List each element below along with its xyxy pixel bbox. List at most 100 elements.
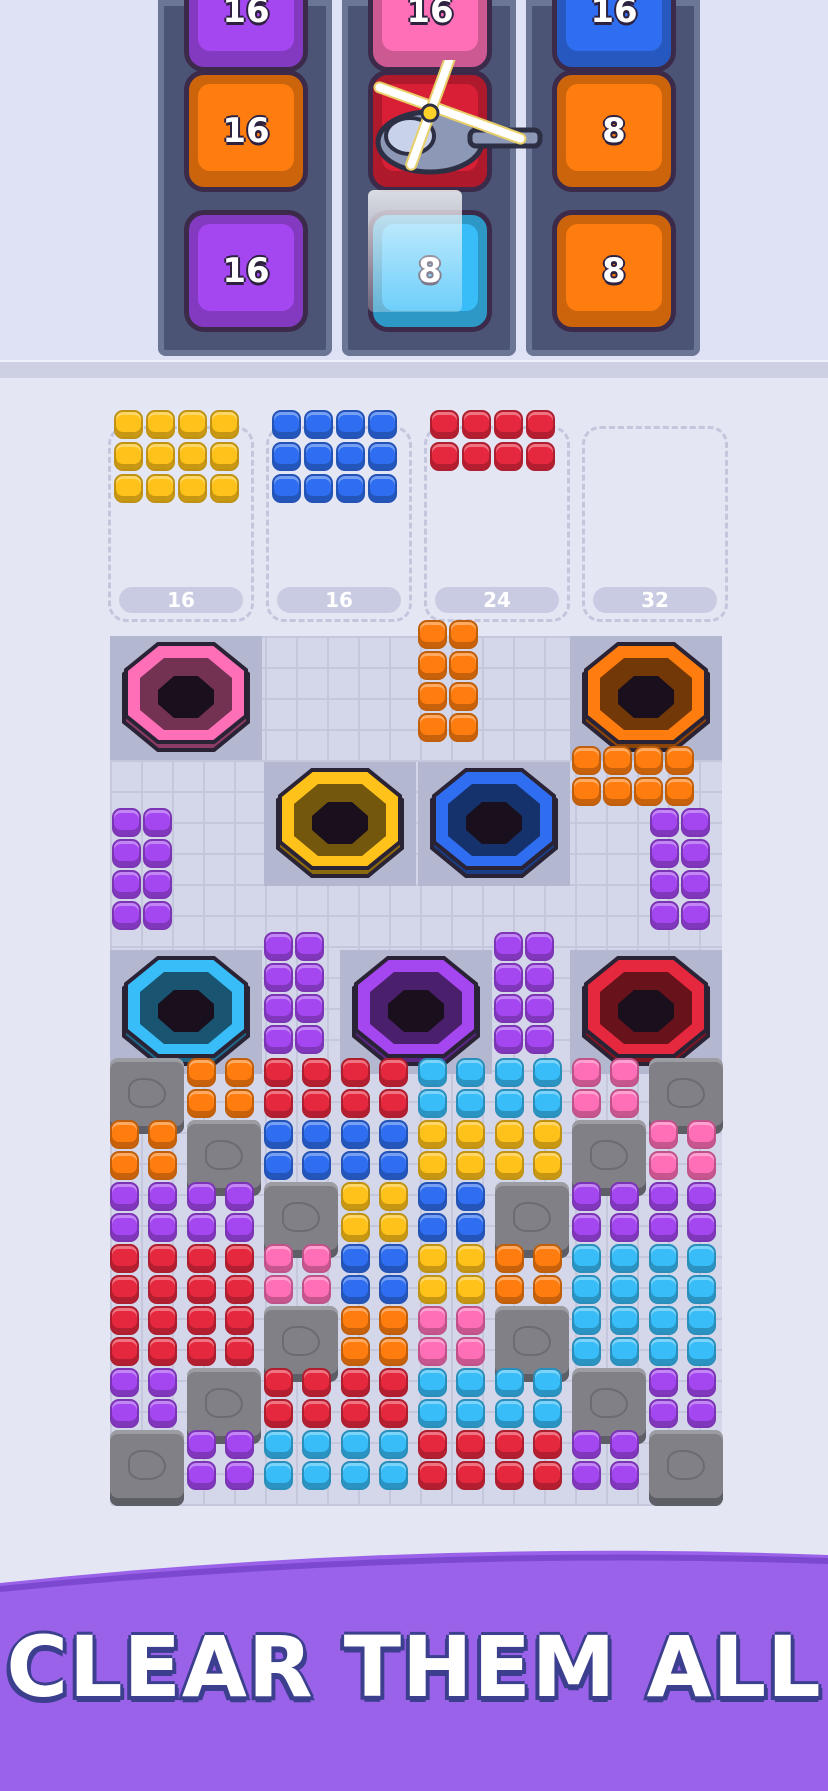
yellow-hole[interactable] — [274, 768, 406, 880]
tray-block — [494, 410, 523, 439]
tray-block — [336, 410, 365, 439]
purple-stack-block — [264, 932, 293, 961]
purple-stack-block — [143, 808, 172, 837]
red-block — [495, 1461, 524, 1490]
red-block — [456, 1461, 485, 1490]
tray-block — [210, 442, 239, 471]
tray-block — [304, 474, 333, 503]
yellow-block — [418, 1244, 447, 1273]
orange-block — [495, 1275, 524, 1304]
red-block — [110, 1306, 139, 1335]
cyan-block — [533, 1089, 562, 1118]
purple-block — [649, 1182, 678, 1211]
tray-block — [114, 442, 143, 471]
tray-block — [146, 442, 175, 471]
crate-value: 16 — [590, 0, 638, 31]
cyan-block — [302, 1461, 331, 1490]
purple-block — [572, 1213, 601, 1242]
red-block — [341, 1058, 370, 1087]
red-block — [341, 1089, 370, 1118]
crate[interactable]: 8 — [552, 70, 676, 192]
cyan-hole[interactable] — [120, 956, 252, 1068]
red-block — [456, 1430, 485, 1459]
cyan-block — [495, 1058, 524, 1087]
blue-hole[interactable] — [428, 768, 560, 880]
pink-block — [264, 1275, 293, 1304]
cyan-block — [533, 1058, 562, 1087]
red-block — [341, 1368, 370, 1397]
yellow-block — [418, 1120, 447, 1149]
purple-block — [110, 1368, 139, 1397]
tray-block — [210, 474, 239, 503]
cyan-block — [495, 1368, 524, 1397]
purple-hole[interactable] — [350, 956, 482, 1068]
purple-block — [610, 1213, 639, 1242]
red-hole[interactable] — [580, 956, 712, 1068]
orange-stack-block — [449, 682, 478, 711]
orange-block — [225, 1058, 254, 1087]
pink-block — [572, 1089, 601, 1118]
tray-block — [114, 474, 143, 503]
purple-block — [225, 1430, 254, 1459]
tray-block — [210, 410, 239, 439]
yellow-block — [341, 1213, 370, 1242]
crate[interactable]: 8 — [552, 210, 676, 332]
purple-block — [610, 1461, 639, 1490]
pink-block — [302, 1275, 331, 1304]
red-block — [264, 1368, 293, 1397]
pink-block — [649, 1120, 678, 1149]
tray-block — [146, 410, 175, 439]
cyan-block — [572, 1337, 601, 1366]
orange-block — [187, 1058, 216, 1087]
purple-block — [649, 1399, 678, 1428]
purple-stack-block — [525, 1025, 554, 1054]
red-block — [264, 1058, 293, 1087]
tray-block — [462, 442, 491, 471]
red-block — [225, 1337, 254, 1366]
yellow-block — [456, 1151, 485, 1180]
yellow-block — [495, 1120, 524, 1149]
purple-block — [610, 1430, 639, 1459]
divider — [0, 360, 828, 378]
pink-hole[interactable] — [120, 642, 252, 754]
purple-stack-block — [525, 994, 554, 1023]
blue-block — [341, 1275, 370, 1304]
cyan-block — [649, 1244, 678, 1273]
red-block — [302, 1089, 331, 1118]
block-tray[interactable]: 32 — [582, 426, 728, 622]
orange-stack-block — [634, 777, 663, 806]
orange-block — [225, 1089, 254, 1118]
blue-block — [264, 1151, 293, 1180]
cyan-block — [533, 1368, 562, 1397]
tray-block — [272, 410, 301, 439]
orange-block — [148, 1151, 177, 1180]
purple-stack-block — [494, 963, 523, 992]
orange-stack-block — [449, 713, 478, 742]
tray-count: 16 — [119, 587, 243, 613]
blue-block — [379, 1244, 408, 1273]
purple-stack-block — [295, 1025, 324, 1054]
crate[interactable]: 16 — [184, 210, 308, 332]
orange-hole[interactable] — [580, 642, 712, 754]
helicopter-icon[interactable] — [350, 60, 560, 220]
cyan-block — [264, 1461, 293, 1490]
purple-block — [687, 1399, 716, 1428]
red-block — [418, 1430, 447, 1459]
crate[interactable]: 16 — [552, 0, 676, 72]
cyan-block — [418, 1399, 447, 1428]
red-block — [225, 1244, 254, 1273]
red-block — [187, 1244, 216, 1273]
purple-stack-block — [112, 901, 141, 930]
pink-block — [610, 1058, 639, 1087]
rock-obstacle — [649, 1430, 723, 1506]
crate[interactable]: 16 — [184, 0, 308, 72]
orange-stack-block — [665, 746, 694, 775]
tray-block — [368, 442, 397, 471]
purple-block — [610, 1182, 639, 1211]
orange-block — [341, 1306, 370, 1335]
blue-block — [341, 1151, 370, 1180]
yellow-block — [456, 1244, 485, 1273]
purple-stack-block — [143, 901, 172, 930]
tray-block — [494, 442, 523, 471]
crate[interactable]: 16 — [184, 70, 308, 192]
